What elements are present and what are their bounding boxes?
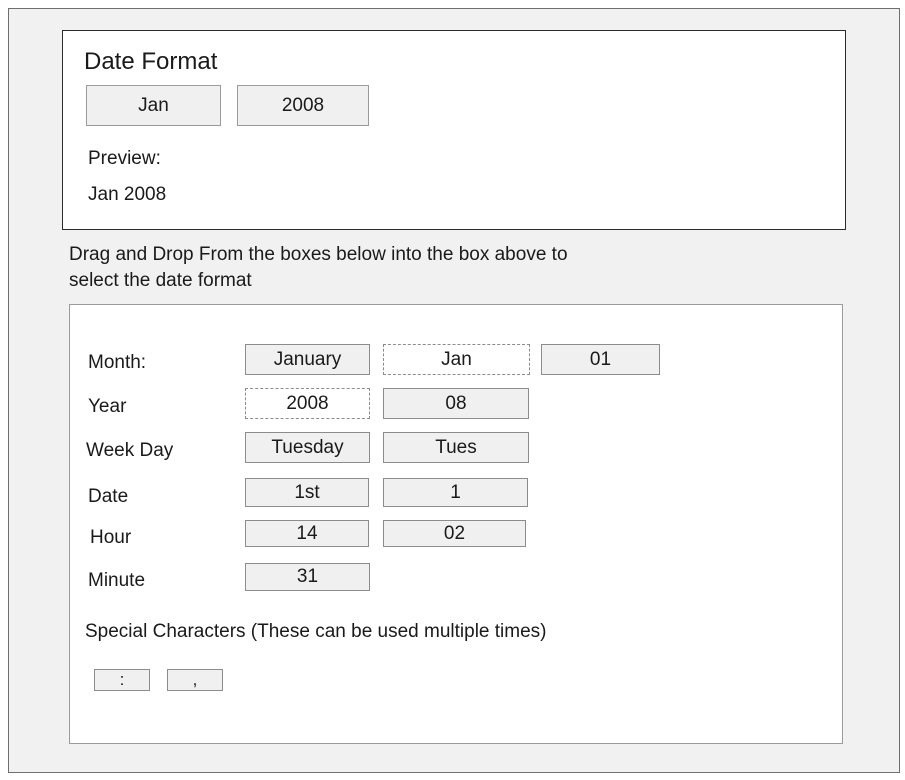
instructions-line-1: Drag and Drop From the boxes below into … <box>69 244 568 265</box>
chip-date-numeric[interactable]: 1 <box>383 478 528 507</box>
chip-month-abbrev[interactable]: Jan <box>383 344 530 375</box>
chip-weekday-short[interactable]: Tues <box>383 432 529 463</box>
year-label: Year <box>88 396 127 417</box>
chip-date-ordinal[interactable]: 1st <box>245 478 369 507</box>
chip-year-full[interactable]: 2008 <box>245 388 370 419</box>
chip-comma[interactable]: , <box>167 669 223 691</box>
chip-weekday-full[interactable]: Tuesday <box>245 432 370 463</box>
chip-hour-12[interactable]: 02 <box>383 520 526 547</box>
chip-month-full[interactable]: January <box>245 344 370 375</box>
instructions-line-2: select the date format <box>69 270 252 291</box>
selected-chip-month[interactable]: Jan <box>86 85 221 126</box>
chip-minute[interactable]: 31 <box>245 563 370 591</box>
weekday-label: Week Day <box>86 440 174 461</box>
date-label: Date <box>88 486 129 507</box>
preview-value: Jan 2008 <box>88 184 167 205</box>
month-label: Month: <box>88 352 147 373</box>
chip-month-numeric[interactable]: 01 <box>541 344 660 375</box>
preview-label: Preview: <box>88 148 161 169</box>
date-format-title: Date Format <box>84 48 218 75</box>
special-characters-label: Special Characters (These can be used mu… <box>85 621 547 642</box>
minute-label: Minute <box>88 570 146 591</box>
chip-colon[interactable]: : <box>94 669 150 691</box>
chip-year-short[interactable]: 08 <box>383 388 529 419</box>
chip-hour-24[interactable]: 14 <box>245 520 369 547</box>
selected-chip-year[interactable]: 2008 <box>237 85 369 126</box>
hour-label: Hour <box>90 527 132 548</box>
